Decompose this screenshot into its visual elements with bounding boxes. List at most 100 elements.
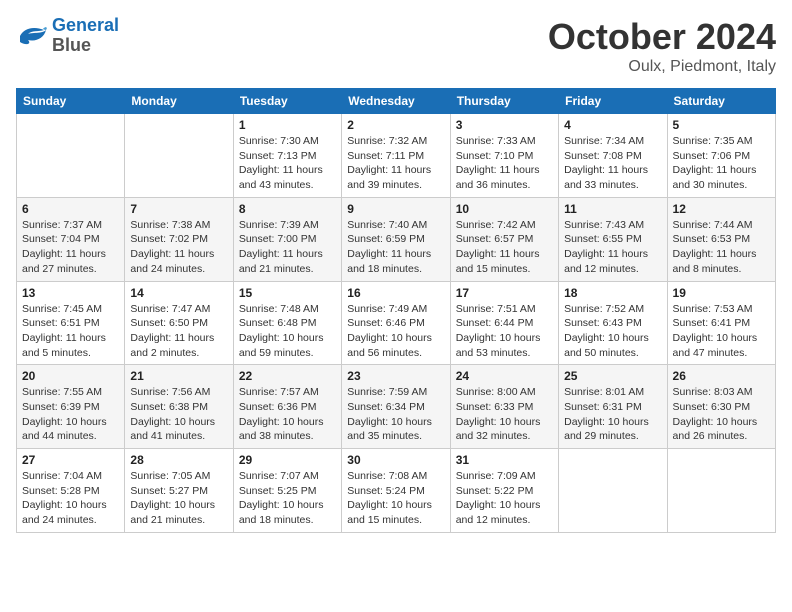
day-info: Sunrise: 7:43 AMSunset: 6:55 PMDaylight:… <box>564 218 661 277</box>
day-info: Sunrise: 7:49 AMSunset: 6:46 PMDaylight:… <box>347 302 444 361</box>
day-number: 3 <box>456 118 553 132</box>
day-number: 1 <box>239 118 336 132</box>
calendar-cell: 15Sunrise: 7:48 AMSunset: 6:48 PMDayligh… <box>233 281 341 365</box>
day-info: Sunrise: 8:03 AMSunset: 6:30 PMDaylight:… <box>673 385 770 444</box>
calendar-cell: 10Sunrise: 7:42 AMSunset: 6:57 PMDayligh… <box>450 197 558 281</box>
day-info: Sunrise: 7:38 AMSunset: 7:02 PMDaylight:… <box>130 218 227 277</box>
day-number: 14 <box>130 286 227 300</box>
day-info: Sunrise: 8:01 AMSunset: 6:31 PMDaylight:… <box>564 385 661 444</box>
day-number: 12 <box>673 202 770 216</box>
calendar-cell: 4Sunrise: 7:34 AMSunset: 7:08 PMDaylight… <box>559 114 667 198</box>
logo-text: General Blue <box>52 16 119 56</box>
day-number: 8 <box>239 202 336 216</box>
day-info: Sunrise: 7:51 AMSunset: 6:44 PMDaylight:… <box>456 302 553 361</box>
logo-icon <box>16 22 48 50</box>
calendar-week-3: 13 Sunrise: 7:45 AMSunset: 6:51 PMDayligh… <box>17 281 776 365</box>
day-number: 17 <box>456 286 553 300</box>
day-number: 15 <box>239 286 336 300</box>
calendar-cell: 18Sunrise: 7:52 AMSunset: 6:43 PMDayligh… <box>559 281 667 365</box>
calendar-cell: 20 Sunrise: 7:55 AMSunset: 6:39 PMDayligh… <box>17 365 125 449</box>
weekday-header-tuesday: Tuesday <box>233 89 341 114</box>
day-number: 31 <box>456 453 553 467</box>
day-number: 11 <box>564 202 661 216</box>
calendar-cell: 19 Sunrise: 7:53 AMSunset: 6:41 PMDayligh… <box>667 281 775 365</box>
calendar-cell: 1 Sunrise: 7:30 AMSunset: 7:13 PMDaylight… <box>233 114 341 198</box>
day-info: Sunrise: 7:39 AMSunset: 7:00 PMDaylight:… <box>239 218 336 277</box>
calendar-cell <box>559 449 667 533</box>
weekday-header-wednesday: Wednesday <box>342 89 450 114</box>
weekday-header-row: SundayMondayTuesdayWednesdayThursdayFrid… <box>17 89 776 114</box>
day-info: Sunrise: 7:08 AMSunset: 5:24 PMDaylight:… <box>347 469 444 528</box>
calendar-table: SundayMondayTuesdayWednesdayThursdayFrid… <box>16 88 776 533</box>
calendar-cell: 3 Sunrise: 7:33 AMSunset: 7:10 PMDaylight… <box>450 114 558 198</box>
weekday-header-sunday: Sunday <box>17 89 125 114</box>
day-info: Sunrise: 7:09 AMSunset: 5:22 PMDaylight:… <box>456 469 553 528</box>
day-number: 6 <box>22 202 119 216</box>
page-header: General Blue October 2024 Oulx, Piedmont… <box>16 16 776 76</box>
calendar-cell: 23 Sunrise: 7:59 AMSunset: 6:34 PMDayligh… <box>342 365 450 449</box>
logo-line2: Blue <box>52 35 91 55</box>
weekday-header-friday: Friday <box>559 89 667 114</box>
day-info: Sunrise: 7:33 AMSunset: 7:10 PMDaylight:… <box>456 134 553 193</box>
day-number: 20 <box>22 369 119 383</box>
calendar-cell: 28 Sunrise: 7:05 AMSunset: 5:27 PMDayligh… <box>125 449 233 533</box>
day-number: 29 <box>239 453 336 467</box>
calendar-week-5: 27Sunrise: 7:04 AMSunset: 5:28 PMDayligh… <box>17 449 776 533</box>
day-number: 21 <box>130 369 227 383</box>
day-number: 9 <box>347 202 444 216</box>
calendar-cell: 25 Sunrise: 8:01 AMSunset: 6:31 PMDayligh… <box>559 365 667 449</box>
calendar-cell <box>17 114 125 198</box>
day-number: 19 <box>673 286 770 300</box>
calendar-cell: 7Sunrise: 7:38 AMSunset: 7:02 PMDaylight… <box>125 197 233 281</box>
day-number: 23 <box>347 369 444 383</box>
calendar-cell: 27Sunrise: 7:04 AMSunset: 5:28 PMDayligh… <box>17 449 125 533</box>
day-info: Sunrise: 7:59 AMSunset: 6:34 PMDaylight:… <box>347 385 444 444</box>
day-info: Sunrise: 7:56 AMSunset: 6:38 PMDaylight:… <box>130 385 227 444</box>
day-number: 25 <box>564 369 661 383</box>
calendar-cell: 16 Sunrise: 7:49 AMSunset: 6:46 PMDayligh… <box>342 281 450 365</box>
calendar-cell: 5Sunrise: 7:35 AMSunset: 7:06 PMDaylight… <box>667 114 775 198</box>
calendar-cell: 30 Sunrise: 7:08 AMSunset: 5:24 PMDayligh… <box>342 449 450 533</box>
calendar-cell <box>667 449 775 533</box>
day-info: Sunrise: 8:00 AMSunset: 6:33 PMDaylight:… <box>456 385 553 444</box>
calendar-week-4: 20 Sunrise: 7:55 AMSunset: 6:39 PMDayligh… <box>17 365 776 449</box>
logo: General Blue <box>16 16 119 56</box>
day-info: Sunrise: 7:44 AMSunset: 6:53 PMDaylight:… <box>673 218 770 277</box>
day-info: Sunrise: 7:40 AMSunset: 6:59 PMDaylight:… <box>347 218 444 277</box>
calendar-cell: 2 Sunrise: 7:32 AMSunset: 7:11 PMDaylight… <box>342 114 450 198</box>
day-info: Sunrise: 7:57 AMSunset: 6:36 PMDaylight:… <box>239 385 336 444</box>
day-info: Sunrise: 7:05 AMSunset: 5:27 PMDaylight:… <box>130 469 227 528</box>
day-info: Sunrise: 7:52 AMSunset: 6:43 PMDaylight:… <box>564 302 661 361</box>
day-info: Sunrise: 7:47 AMSunset: 6:50 PMDaylight:… <box>130 302 227 361</box>
day-number: 5 <box>673 118 770 132</box>
day-info: Sunrise: 7:55 AMSunset: 6:39 PMDaylight:… <box>22 385 119 444</box>
calendar-cell: 21 Sunrise: 7:56 AMSunset: 6:38 PMDayligh… <box>125 365 233 449</box>
calendar-cell: 12 Sunrise: 7:44 AMSunset: 6:53 PMDayligh… <box>667 197 775 281</box>
calendar-week-2: 6Sunrise: 7:37 AMSunset: 7:04 PMDaylight… <box>17 197 776 281</box>
day-number: 2 <box>347 118 444 132</box>
calendar-cell <box>125 114 233 198</box>
day-info: Sunrise: 7:07 AMSunset: 5:25 PMDaylight:… <box>239 469 336 528</box>
calendar-cell: 22 Sunrise: 7:57 AMSunset: 6:36 PMDayligh… <box>233 365 341 449</box>
calendar-cell: 24Sunrise: 8:00 AMSunset: 6:33 PMDayligh… <box>450 365 558 449</box>
calendar-cell: 31 Sunrise: 7:09 AMSunset: 5:22 PMDayligh… <box>450 449 558 533</box>
calendar-cell: 14 Sunrise: 7:47 AMSunset: 6:50 PMDayligh… <box>125 281 233 365</box>
day-info: Sunrise: 7:32 AMSunset: 7:11 PMDaylight:… <box>347 134 444 193</box>
day-info: Sunrise: 7:30 AMSunset: 7:13 PMDaylight:… <box>239 134 336 193</box>
day-info: Sunrise: 7:45 AMSunset: 6:51 PMDaylight:… <box>22 302 119 361</box>
day-number: 16 <box>347 286 444 300</box>
day-number: 13 <box>22 286 119 300</box>
title-area: October 2024 Oulx, Piedmont, Italy <box>548 16 776 76</box>
calendar-cell: 26Sunrise: 8:03 AMSunset: 6:30 PMDayligh… <box>667 365 775 449</box>
logo-line1: General <box>52 15 119 35</box>
calendar-cell: 29 Sunrise: 7:07 AMSunset: 5:25 PMDayligh… <box>233 449 341 533</box>
month-title: October 2024 <box>548 16 776 58</box>
day-info: Sunrise: 7:34 AMSunset: 7:08 PMDaylight:… <box>564 134 661 193</box>
calendar-cell: 8 Sunrise: 7:39 AMSunset: 7:00 PMDaylight… <box>233 197 341 281</box>
day-number: 30 <box>347 453 444 467</box>
day-info: Sunrise: 7:04 AMSunset: 5:28 PMDaylight:… <box>22 469 119 528</box>
day-number: 22 <box>239 369 336 383</box>
day-info: Sunrise: 7:42 AMSunset: 6:57 PMDaylight:… <box>456 218 553 277</box>
day-number: 28 <box>130 453 227 467</box>
day-info: Sunrise: 7:53 AMSunset: 6:41 PMDaylight:… <box>673 302 770 361</box>
